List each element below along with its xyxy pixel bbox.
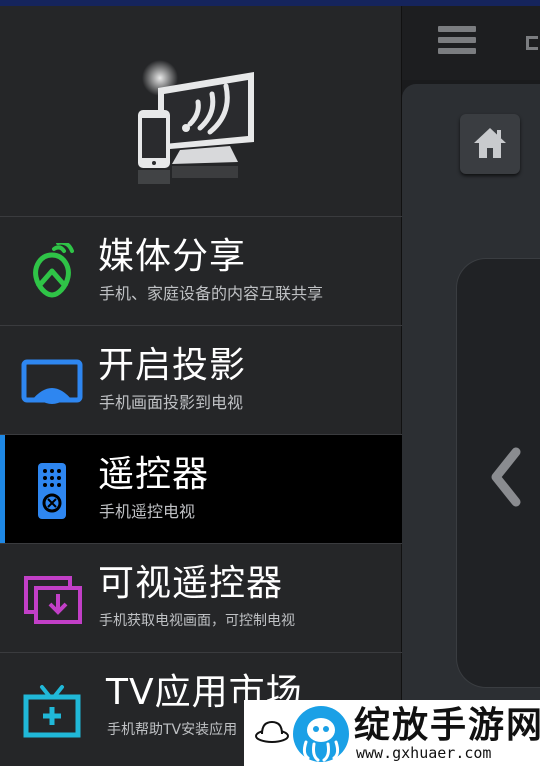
menu-item-subtitle: 手机遥控电视 [99,502,196,521]
visual-remote-icon [24,576,82,624]
media-share-icon [33,243,74,298]
menu-item-title: 媒体分享 [98,236,247,277]
navigation-drawer: 媒体分享 手机、家庭设备的内容互联共享 开启投影 手机画面投影到电视 遥控器 手… [0,6,402,766]
menu-item-subtitle: 手机获取电视画面，可控制电视 [99,613,295,629]
screen-mirroring-logo [138,60,254,184]
watermark-text: 绽放手游网 [354,705,540,746]
watermark-url: www.gxhuaer.com [356,744,492,762]
menu-item-screen-cast[interactable]: 开启投影 手机画面投影到电视 [0,325,402,434]
menu-item-subtitle: 手机帮助TV安装应用 [107,722,238,738]
remote-toolbar [400,6,540,80]
menu-item-visual-remote[interactable]: 可视遥控器 手机获取电视画面，可控制电视 [0,543,402,652]
tv-app-market-icon [23,685,81,738]
active-indicator [0,435,5,544]
menu-item-subtitle: 手机、家庭设备的内容互联共享 [99,284,324,303]
hat-icon [255,720,289,743]
menu-item-subtitle: 手机画面投影到电视 [99,393,244,412]
remote-control-icon [38,463,66,519]
hamburger-icon[interactable] [438,26,476,60]
drawer-header [0,6,402,216]
menu-item-title: 遥控器 [98,454,210,495]
menu-item-title: 开启投影 [98,345,247,386]
menu-item-title: 可视遥控器 [98,563,284,604]
menu-item-remote[interactable]: 遥控器 手机遥控电视 [0,434,402,544]
chevron-left-icon[interactable] [486,446,526,508]
home-icon [474,128,506,158]
menu-item-media-share[interactable]: 媒体分享 手机、家庭设备的内容互联共享 [0,216,402,325]
toolbar-edge-icon[interactable] [526,36,538,50]
mascot-icon [293,706,349,762]
home-button[interactable] [460,114,520,174]
screen-cast-icon [21,359,83,404]
